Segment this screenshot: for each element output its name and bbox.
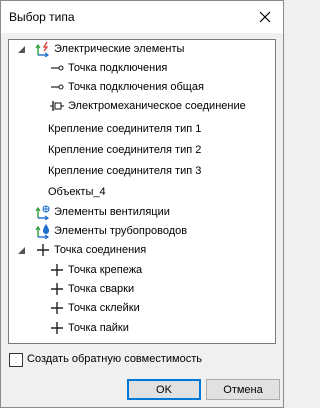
tree-item-connector-mount-3[interactable]: Крепление соединителя тип 3 <box>9 162 273 181</box>
expanded-arrow-icon[interactable] <box>17 45 26 54</box>
tree-item-connection-point-common[interactable]: Точка подключения общая <box>9 78 273 97</box>
tree-item-label: Крепление соединителя тип 1 <box>48 123 202 135</box>
tree-item-connection-point[interactable]: Точка подключения <box>9 59 273 78</box>
tree-item-welding-point[interactable]: Точка сварки <box>9 280 273 299</box>
tree-item-electric-elements[interactable]: Электрические элементы <box>9 40 273 59</box>
type-tree[interactable]: Электрические элементы Точка подключения… <box>8 39 276 344</box>
reverse-compat-checkbox[interactable] <box>9 353 23 367</box>
tree-item-label: Точка крепежа <box>68 264 143 276</box>
plus-icon <box>51 302 63 314</box>
tree-item-label: Точка сварки <box>68 283 135 295</box>
tree-item-label: Элементы трубопроводов <box>54 225 188 237</box>
reverse-compat-label[interactable]: Создать обратную совместимость <box>27 353 202 365</box>
tree-item-ventilation[interactable]: Элементы вентиляции <box>9 203 273 222</box>
plus-icon <box>51 322 63 334</box>
title-bar: Выбор типа <box>1 1 283 33</box>
electromechanical-connection-icon <box>50 101 64 111</box>
tree-item-label: Объекты_4 <box>48 186 106 198</box>
tree-item-label: Электромеханическое соединение <box>68 100 246 112</box>
tree-item-soldering-point[interactable]: Точка пайки <box>9 319 273 338</box>
tree-item-label: Точка подключения общая <box>68 81 204 93</box>
tree-item-objects-4[interactable]: Объекты_4 <box>9 183 273 202</box>
close-icon <box>259 11 271 23</box>
connection-point-common-icon <box>51 84 64 90</box>
tree-item-junction-point[interactable]: Точка соединения <box>9 241 273 260</box>
ventilation-elements-icon <box>35 205 50 220</box>
tree-item-connector-mount-2[interactable]: Крепление соединителя тип 2 <box>9 141 273 160</box>
tree-item-label: Электрические элементы <box>54 43 185 55</box>
tree-item-electromechanical[interactable]: Электромеханическое соединение <box>9 97 273 116</box>
tree-item-label: Элементы вентиляции <box>54 206 170 218</box>
dialog-title: Выбор типа <box>9 10 75 24</box>
expanded-arrow-icon[interactable] <box>17 246 26 255</box>
tree-item-gluing-point[interactable]: Точка склейки <box>9 299 273 318</box>
tree-item-label: Точка пайки <box>68 322 129 334</box>
tree-item-label: Точка соединения <box>54 244 147 256</box>
tree-item-connector-mount-1[interactable]: Крепление соединителя тип 1 <box>9 120 273 139</box>
plus-icon <box>37 244 49 256</box>
connection-point-icon <box>51 65 64 71</box>
plus-icon <box>51 283 63 295</box>
close-button[interactable] <box>251 5 279 29</box>
dialog-window: Выбор типа Электрические элементы Точка … <box>0 0 284 408</box>
pipeline-elements-icon <box>35 224 50 239</box>
plus-icon <box>51 264 63 276</box>
electric-elements-icon <box>35 41 50 57</box>
tree-item-fastening-point[interactable]: Точка крепежа <box>9 261 273 280</box>
cancel-button[interactable]: Отмена <box>206 379 280 400</box>
tree-item-label: Крепление соединителя тип 3 <box>48 165 202 177</box>
tree-item-label: Точка подключения <box>68 62 168 74</box>
tree-item-label: Крепление соединителя тип 2 <box>48 144 202 156</box>
tree-item-label: Точка склейки <box>68 302 140 314</box>
tree-item-pipelines[interactable]: Элементы трубопроводов <box>9 222 273 241</box>
ok-button[interactable]: OK <box>127 379 201 400</box>
